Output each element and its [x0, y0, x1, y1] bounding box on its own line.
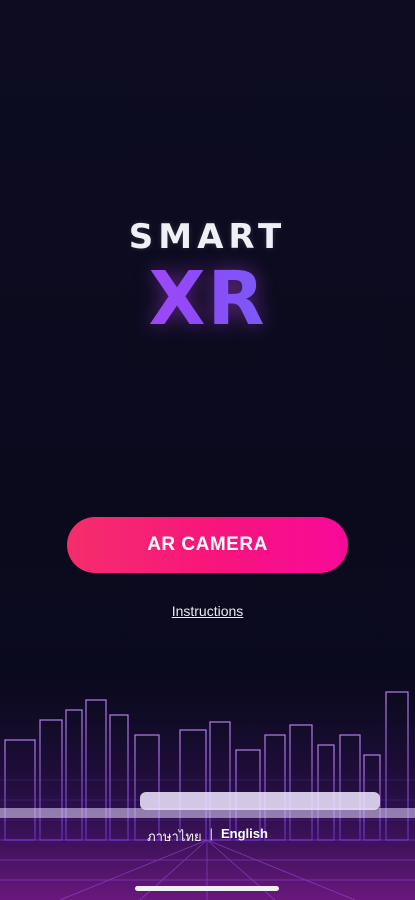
app-screen: SMART XR AR CAMERA Instructions ภาษาไทย … — [0, 0, 415, 900]
smart-xr-logo: SMART XR — [0, 218, 415, 338]
language-switcher: ภาษาไทย | English — [0, 826, 415, 847]
language-separator: | — [209, 826, 213, 841]
ar-camera-label: AR CAMERA — [147, 534, 268, 555]
logo-line-smart: SMART — [128, 217, 287, 257]
instructions-link[interactable]: Instructions — [0, 603, 415, 619]
language-english-option[interactable]: English — [221, 826, 268, 847]
language-thai-option[interactable]: ภาษาไทย — [147, 826, 201, 847]
logo-line-xr: XR — [0, 260, 415, 338]
city-skyline-illustration — [0, 680, 415, 900]
ar-camera-button[interactable]: AR CAMERA — [67, 517, 348, 573]
home-indicator[interactable] — [135, 886, 279, 891]
